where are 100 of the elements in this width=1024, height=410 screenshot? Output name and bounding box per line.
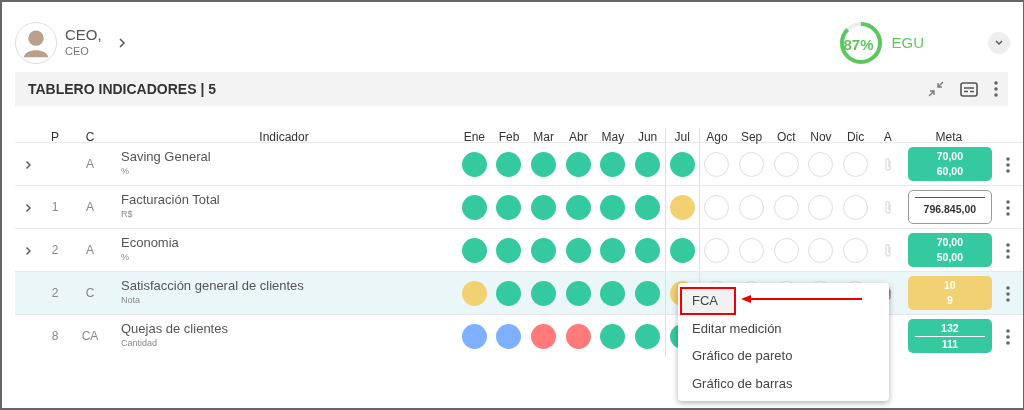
status-dot[interactable] [565, 194, 591, 220]
empty-status-dot[interactable] [773, 151, 799, 177]
status-dot[interactable] [669, 237, 695, 263]
table-cell: 2 [51, 286, 59, 300]
indicator-name: Economia [120, 235, 180, 252]
caption-icon[interactable] [960, 81, 978, 97]
menu-item[interactable]: Editar medición [678, 314, 889, 342]
table-cell: A [86, 200, 94, 214]
status-dot[interactable] [531, 280, 557, 306]
table-cell: 2 [51, 243, 59, 257]
goal-target: 70,00 [936, 235, 963, 250]
status-dot[interactable] [531, 151, 557, 177]
menu-item[interactable]: Gráfico de barras [678, 369, 889, 397]
indicator-name: Saving General [120, 149, 212, 166]
menu-item[interactable]: FCA [680, 287, 736, 315]
empty-status-dot[interactable] [739, 194, 765, 220]
more-icon[interactable] [994, 81, 998, 97]
status-dot[interactable] [461, 323, 487, 349]
empty-status-dot[interactable] [739, 151, 765, 177]
menu-item[interactable]: Gráfico de pareto [678, 342, 889, 370]
expand-icon[interactable] [24, 159, 32, 170]
indicator-name: Facturación Total [120, 192, 221, 209]
status-dot[interactable] [600, 280, 626, 306]
indicator-name: Satisfacción general de clientes [120, 278, 305, 295]
empty-status-dot[interactable] [808, 194, 834, 220]
status-dot[interactable] [565, 237, 591, 263]
score-value: 87% [843, 35, 874, 55]
status-dot[interactable] [496, 280, 522, 306]
status-dot[interactable] [635, 280, 661, 306]
status-dot[interactable] [635, 237, 661, 263]
empty-status-dot[interactable] [808, 151, 834, 177]
month-header: Jul [664, 128, 700, 150]
expand-icon[interactable] [24, 202, 32, 213]
goal-value: 796.845,00 [923, 202, 977, 217]
empty-status-dot[interactable] [843, 237, 869, 263]
more-button[interactable] [1005, 241, 1010, 259]
indicator-name: Quejas de clientes [120, 321, 229, 338]
status-dot[interactable] [600, 194, 626, 220]
chevron-down-icon[interactable] [995, 40, 1003, 46]
status-dot[interactable] [531, 194, 557, 220]
empty-status-dot[interactable] [808, 237, 834, 263]
empty-status-dot[interactable] [773, 194, 799, 220]
paperclip-icon[interactable] [883, 243, 892, 259]
empty-status-dot[interactable] [704, 237, 730, 263]
indicator-unit: Cantidad [120, 337, 159, 351]
goal-value: 50,00 [936, 250, 963, 265]
status-dot[interactable] [565, 280, 591, 306]
more-button[interactable] [1005, 155, 1010, 173]
empty-status-dot[interactable] [739, 237, 765, 263]
collapse-icon[interactable] [928, 81, 944, 97]
goal-value: 60,00 [936, 164, 963, 179]
empty-status-dot[interactable] [843, 151, 869, 177]
goal-value: 9 [946, 293, 953, 308]
more-button[interactable] [1005, 327, 1010, 345]
empty-status-dot[interactable] [843, 194, 869, 220]
table-cell: A [86, 157, 94, 171]
goal-target: 70,00 [936, 149, 963, 164]
status-dot[interactable] [565, 323, 591, 349]
status-dot[interactable] [461, 280, 487, 306]
status-dot[interactable] [496, 151, 522, 177]
status-dot[interactable] [531, 323, 557, 349]
indicator-unit: % [120, 251, 130, 265]
paperclip-icon[interactable] [883, 157, 892, 173]
status-dot[interactable] [461, 237, 487, 263]
status-dot[interactable] [531, 237, 557, 263]
status-dot[interactable] [635, 323, 661, 349]
status-dot[interactable] [461, 151, 487, 177]
goal-target: 132 [941, 320, 959, 336]
table-row[interactable]: 2 A Economia % 70,00 50,00 [15, 228, 1023, 271]
status-dot[interactable] [496, 323, 522, 349]
status-dot[interactable] [600, 151, 626, 177]
status-dot[interactable] [600, 237, 626, 263]
status-dot[interactable] [669, 151, 695, 177]
more-button[interactable] [1005, 284, 1010, 302]
status-dot[interactable] [635, 194, 661, 220]
table-row[interactable]: 1 A Facturación Total R$ 796.845,00 [15, 185, 1023, 228]
score-label: EGU [891, 32, 924, 53]
indicator-unit: % [120, 165, 130, 179]
user-role: CEO [65, 44, 90, 59]
indicator-unit: R$ [120, 208, 134, 222]
status-dot[interactable] [565, 151, 591, 177]
table-cell: 8 [51, 329, 59, 343]
status-dot[interactable] [496, 237, 522, 263]
expand-icon[interactable] [24, 245, 32, 256]
paperclip-icon[interactable] [883, 200, 892, 216]
status-dot[interactable] [600, 323, 626, 349]
goal-target: 10 [944, 278, 956, 293]
empty-status-dot[interactable] [773, 237, 799, 263]
status-dot[interactable] [461, 194, 487, 220]
empty-status-dot[interactable] [704, 194, 730, 220]
status-dot[interactable] [496, 194, 522, 220]
table-cell: 1 [51, 200, 59, 214]
indicator-unit: Nota [120, 294, 141, 308]
user-name: CEO, [65, 26, 102, 43]
chevron-right-icon[interactable] [117, 37, 126, 49]
status-dot[interactable] [669, 194, 695, 220]
empty-status-dot[interactable] [704, 151, 730, 177]
more-button[interactable] [1005, 198, 1010, 216]
table-cell: C [85, 286, 95, 300]
status-dot[interactable] [635, 151, 661, 177]
